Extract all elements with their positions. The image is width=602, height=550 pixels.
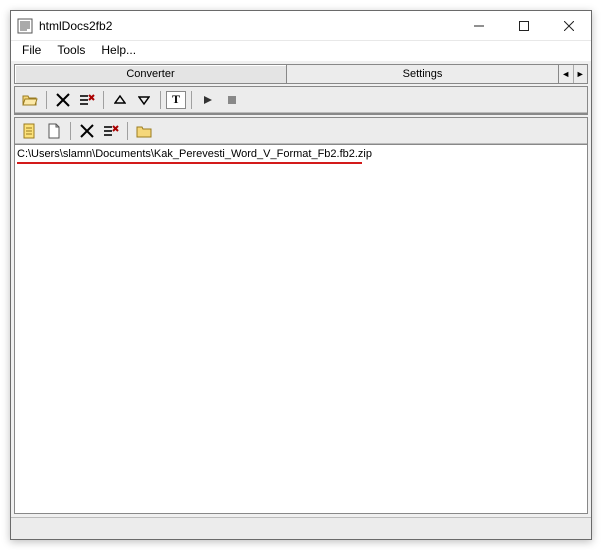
delete-icon[interactable] (52, 89, 74, 111)
down-icon[interactable] (133, 89, 155, 111)
toolbar-separator (70, 122, 71, 140)
lower-toolbar (15, 118, 587, 144)
window-controls (456, 11, 591, 40)
titlebar: htmlDocs2fb2 (11, 11, 591, 41)
menubar: File Tools Help... (11, 41, 591, 61)
text-button-label: T (172, 92, 180, 107)
toolbar-separator (46, 91, 47, 109)
maximize-button[interactable] (501, 11, 546, 40)
tab-scroll: ◄ ► (558, 64, 588, 84)
toolbar-separator (103, 91, 104, 109)
menu-file[interactable]: File (15, 42, 48, 58)
stop-icon[interactable] (221, 89, 243, 111)
source-list[interactable] (15, 113, 587, 114)
list-item[interactable]: C:\Users\slamn\Documents\Kak_Perevesti_W… (15, 145, 587, 160)
highlight-underline (17, 162, 362, 164)
app-icon (17, 18, 33, 34)
app-window: htmlDocs2fb2 File Tools Help... Converte… (10, 10, 592, 540)
toolbar-separator (160, 91, 161, 109)
upper-pane: T (14, 86, 588, 115)
tab-settings[interactable]: Settings (286, 64, 559, 84)
clear-list-icon[interactable] (76, 89, 98, 111)
toolbar-separator (127, 122, 128, 140)
lower-pane: C:\Users\slamn\Documents\Kak_Perevesti_W… (14, 117, 588, 514)
tab-label: Settings (403, 68, 443, 80)
new-doc-icon[interactable] (43, 120, 65, 142)
explore-icon[interactable] (19, 120, 41, 142)
up-icon[interactable] (109, 89, 131, 111)
window-title: htmlDocs2fb2 (39, 19, 456, 33)
text-button[interactable]: T (166, 91, 186, 109)
output-list[interactable]: C:\Users\slamn\Documents\Kak_Perevesti_W… (15, 144, 587, 513)
tab-scroll-left[interactable]: ◄ (559, 65, 573, 83)
menu-help[interactable]: Help... (94, 42, 143, 58)
folder-icon[interactable] (133, 120, 155, 142)
tabstrip: Converter Settings ◄ ► (14, 64, 588, 84)
tab-converter[interactable]: Converter (14, 64, 287, 84)
open-icon[interactable] (19, 89, 41, 111)
delete-icon[interactable] (76, 120, 98, 142)
tab-scroll-right[interactable]: ► (573, 65, 588, 83)
menu-tools[interactable]: Tools (50, 42, 92, 58)
content-area: Converter Settings ◄ ► (11, 61, 591, 517)
minimize-button[interactable] (456, 11, 501, 40)
close-button[interactable] (546, 11, 591, 40)
play-icon[interactable] (197, 89, 219, 111)
clear-list-icon[interactable] (100, 120, 122, 142)
toolbar-separator (191, 91, 192, 109)
upper-toolbar: T (15, 87, 587, 113)
tab-label: Converter (126, 68, 174, 80)
statusbar (11, 517, 591, 539)
